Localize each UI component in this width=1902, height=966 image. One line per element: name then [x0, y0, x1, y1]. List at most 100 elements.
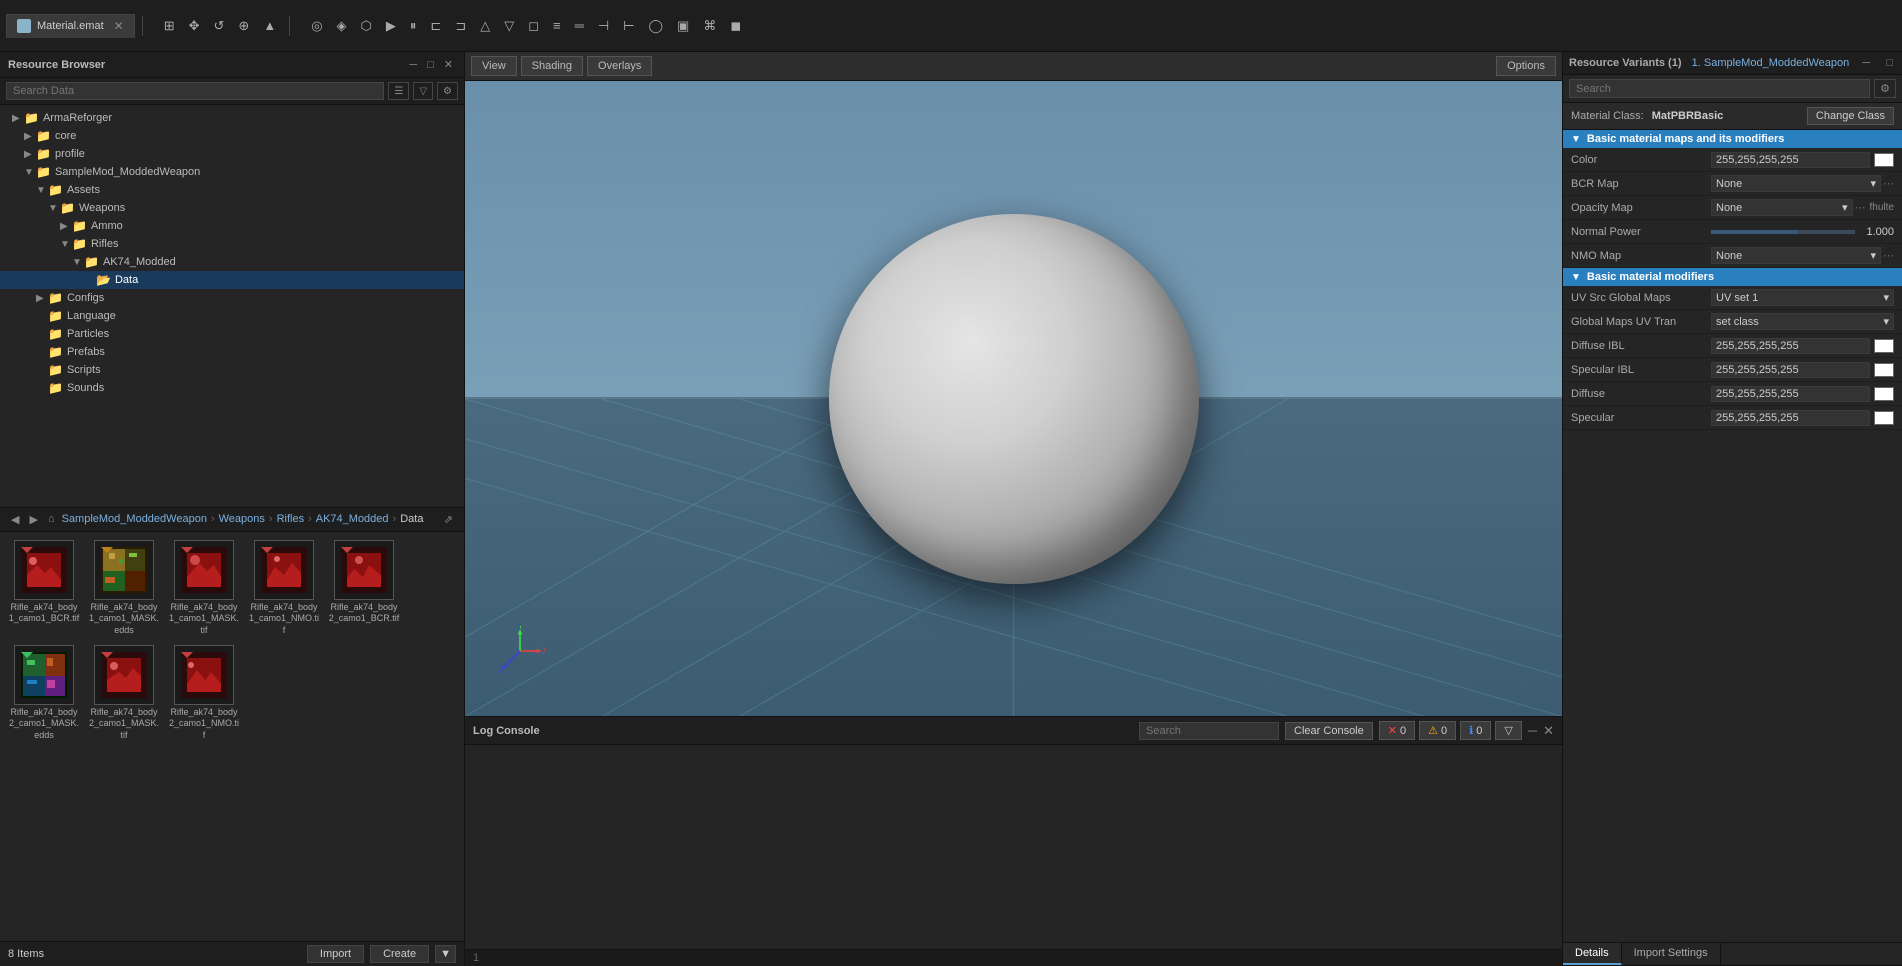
tree-item-data[interactable]: 📂 Data	[0, 271, 464, 289]
nav-forward-btn[interactable]: ▶	[26, 512, 40, 527]
tab-close-btn[interactable]: ✕	[114, 19, 124, 33]
prop-value-color[interactable]: 255,255,255,255	[1711, 152, 1870, 168]
breadcrumb-samplemod[interactable]: SampleMod_ModdedWeapon	[62, 513, 207, 525]
toolbar-scale-btn[interactable]: ⊕	[232, 14, 255, 38]
import-btn[interactable]: Import	[307, 945, 364, 963]
toolbar-btn-b[interactable]: ◈	[331, 14, 353, 38]
toolbar-btn-m[interactable]: ⊣	[592, 14, 615, 38]
panel-close-btn[interactable]: ✕	[441, 57, 456, 72]
log-funnel-btn[interactable]: ▽	[1495, 721, 1521, 740]
tree-item-ammo[interactable]: ▶ 📁 Ammo	[0, 217, 464, 235]
toolbar-btn-l[interactable]: ═	[569, 14, 590, 37]
slider-normalpow[interactable]	[1711, 230, 1855, 234]
log-minimize-btn[interactable]: ─	[1528, 723, 1537, 738]
prop-swatch-diffuseibl[interactable]	[1874, 339, 1894, 353]
tree-item-scripts[interactable]: 📁 Scripts	[0, 361, 464, 379]
prop-swatch-color[interactable]	[1874, 153, 1894, 167]
search-settings-btn[interactable]: ⚙	[437, 82, 458, 100]
rp-settings-btn[interactable]: ⚙	[1874, 79, 1896, 98]
log-close-btn[interactable]: ✕	[1543, 723, 1554, 739]
prop-dropdown-bcr[interactable]: None ▾	[1711, 175, 1881, 192]
tree-item-weapons[interactable]: ▼ 📁 Weapons	[0, 199, 464, 217]
info-filter-btn[interactable]: ℹ 0	[1460, 721, 1491, 740]
prop-swatch-specibl[interactable]	[1874, 363, 1894, 377]
prop-value-specular[interactable]: 255,255,255,255	[1711, 410, 1870, 426]
rp-minimize-btn[interactable]: ─	[1859, 56, 1873, 70]
list-item[interactable]: Rifle_ak74_body1_camo1_NMO.tif	[248, 540, 320, 637]
prop-dots-nmo[interactable]: ⋯	[1883, 249, 1894, 262]
prop-dropdown-opacity[interactable]: None ▾	[1711, 199, 1853, 216]
material-tab[interactable]: Material.emat ✕	[6, 14, 135, 38]
change-class-btn[interactable]: Change Class	[1807, 107, 1894, 125]
toolbar-move-btn[interactable]: ✥	[183, 14, 206, 38]
search-filter-btn[interactable]: ▽	[413, 82, 433, 100]
list-item[interactable]: Rifle_ak74_body2_camo1_NMO.tif	[168, 645, 240, 742]
toolbar-btn-h[interactable]: △	[474, 14, 496, 38]
toolbar-btn-r[interactable]: ◼	[724, 14, 747, 38]
nav-back-btn[interactable]: ◀	[8, 512, 22, 527]
toolbar-btn-d[interactable]: ▶	[380, 14, 402, 38]
toolbar-btn-n[interactable]: ⊢	[617, 14, 640, 38]
toolbar-grid-btn[interactable]: ⊞	[158, 14, 181, 38]
panel-minimize-btn[interactable]: ─	[406, 58, 420, 72]
toolbar-btn-i[interactable]: ▽	[498, 14, 520, 38]
tree-item-ak74[interactable]: ▼ 📁 AK74_Modded	[0, 253, 464, 271]
tree-item-core[interactable]: ▶ 📁 core	[0, 127, 464, 145]
prop-dropdown-nmo[interactable]: None ▾	[1711, 247, 1881, 264]
create-dropdown-btn[interactable]: ▼	[435, 945, 456, 963]
list-item[interactable]: Rifle_ak74_body2_camo1_MASK.edds	[8, 645, 80, 742]
viewport-scene[interactable]: X Y Z	[465, 81, 1562, 716]
prop-slider-normalpow[interactable]: 1.000	[1711, 226, 1894, 238]
prop-dropdown-uvsrc[interactable]: UV set 1 ▾	[1711, 289, 1894, 306]
breadcrumb-rifles[interactable]: Rifles	[277, 513, 305, 525]
options-btn[interactable]: Options	[1496, 56, 1556, 76]
toolbar-btn-p[interactable]: ▣	[671, 14, 695, 38]
search-input[interactable]	[6, 82, 384, 100]
toolbar-pivot-btn[interactable]: ▲	[257, 14, 282, 37]
toolbar-btn-k[interactable]: ≡	[547, 14, 567, 37]
rp-section-2[interactable]: ▼ Basic material modifiers	[1563, 268, 1902, 286]
list-item[interactable]: Rifle_ak74_body2_camo1_MASK.tif	[88, 645, 160, 742]
panel-maximize-btn[interactable]: □	[424, 58, 437, 72]
tree-item-samplemod[interactable]: ▼ 📁 SampleMod_ModdedWeapon	[0, 163, 464, 181]
tree-item-armareforger[interactable]: ▶ 📁 ArmaReforger	[0, 109, 464, 127]
toolbar-btn-o[interactable]: ◯	[642, 14, 669, 38]
tab-details[interactable]: Details	[1563, 943, 1622, 965]
toolbar-btn-c[interactable]: ⬡	[355, 14, 378, 38]
clear-console-btn[interactable]: Clear Console	[1285, 722, 1373, 740]
tree-item-profile[interactable]: ▶ 📁 profile	[0, 145, 464, 163]
toolbar-btn-g[interactable]: ⊐	[449, 14, 472, 38]
log-search-input[interactable]	[1139, 722, 1279, 740]
toolbar-btn-a[interactable]: ◎	[305, 14, 328, 38]
toolbar-btn-f[interactable]: ⊏	[424, 14, 447, 38]
toolbar-btn-e[interactable]: ⏸	[404, 14, 423, 38]
nav-expand-btn[interactable]: ⇗	[441, 512, 456, 527]
error-filter-btn[interactable]: ✕ 0	[1379, 721, 1415, 740]
view-btn[interactable]: View	[471, 56, 517, 76]
rp-section-1[interactable]: ▼ Basic material maps and its modifiers	[1563, 130, 1902, 148]
tree-item-particles[interactable]: 📁 Particles	[0, 325, 464, 343]
prop-dots-opacity[interactable]: ⋯	[1855, 201, 1866, 214]
tab-import-settings[interactable]: Import Settings	[1622, 943, 1721, 965]
tree-item-sounds[interactable]: 📁 Sounds	[0, 379, 464, 397]
toolbar-btn-q[interactable]: ⌘	[697, 14, 722, 38]
breadcrumb-ak74[interactable]: AK74_Modded	[316, 513, 389, 525]
rp-search-input[interactable]	[1569, 79, 1870, 98]
tree-item-configs[interactable]: ▶ 📁 Configs	[0, 289, 464, 307]
nav-home-btn[interactable]: ⌂	[45, 512, 58, 526]
tree-item-prefabs[interactable]: 📁 Prefabs	[0, 343, 464, 361]
warning-filter-btn[interactable]: ⚠ 0	[1419, 721, 1456, 740]
shading-btn[interactable]: Shading	[521, 56, 583, 76]
prop-swatch-diffuse[interactable]	[1874, 387, 1894, 401]
prop-value-diffuse[interactable]: 255,255,255,255	[1711, 386, 1870, 402]
prop-value-diffuseibl[interactable]: 255,255,255,255	[1711, 338, 1870, 354]
filter-btn[interactable]: ☰	[388, 82, 409, 100]
list-item[interactable]: Rifle_ak74_body1_camo1_MASK.tif	[168, 540, 240, 637]
tree-item-language[interactable]: 📁 Language	[0, 307, 464, 325]
list-item[interactable]: Rifle_ak74_body1_camo1_BCR.tif	[8, 540, 80, 637]
list-item[interactable]: Rifle_ak74_body1_camo1_MASK.edds	[88, 540, 160, 637]
prop-value-specibl[interactable]: 255,255,255,255	[1711, 362, 1870, 378]
toolbar-rotate-btn[interactable]: ↺	[208, 14, 231, 38]
tree-item-assets[interactable]: ▼ 📁 Assets	[0, 181, 464, 199]
rp-expand-btn[interactable]: □	[1883, 56, 1896, 70]
